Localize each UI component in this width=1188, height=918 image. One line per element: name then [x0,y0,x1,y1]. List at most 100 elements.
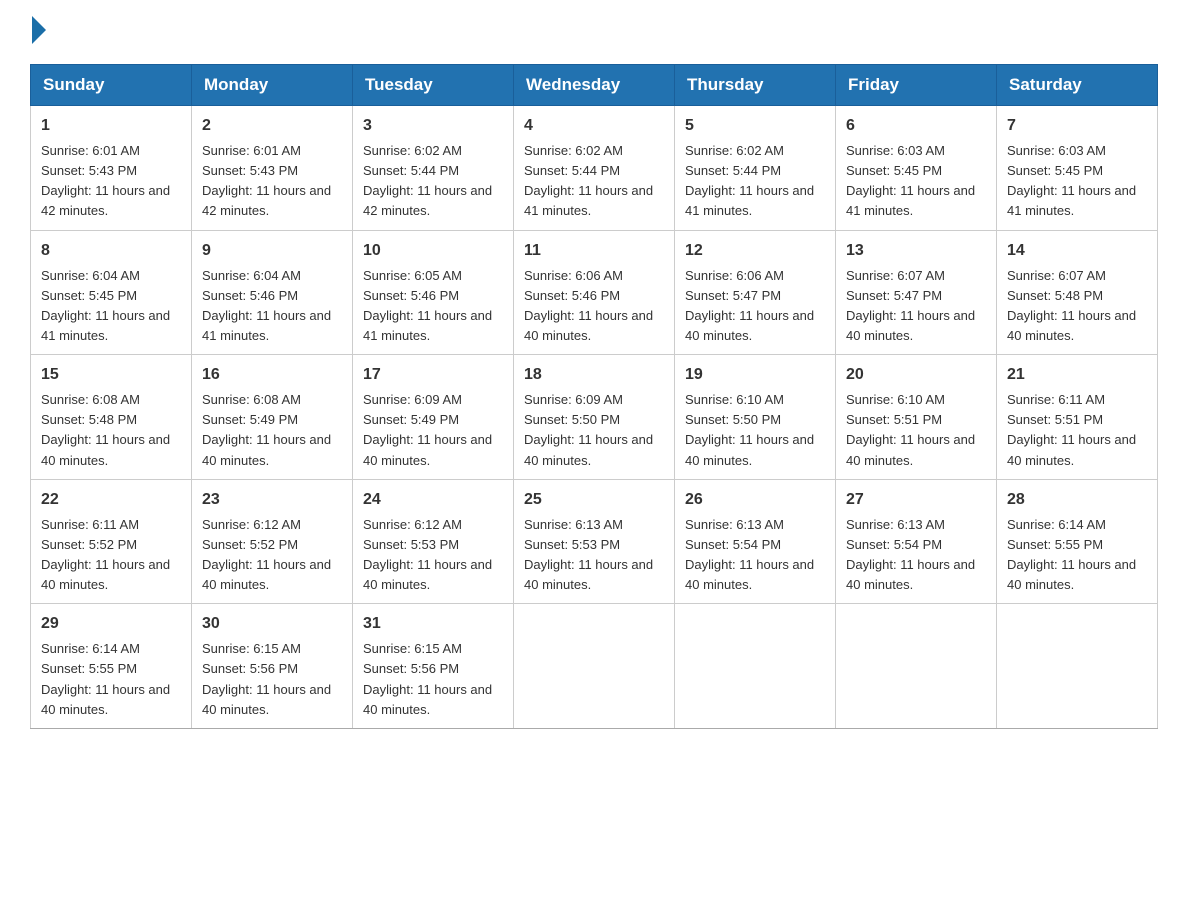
day-number: 2 [202,114,342,138]
day-info: Sunrise: 6:08 AMSunset: 5:48 PMDaylight:… [41,392,170,467]
day-number: 29 [41,612,181,636]
calendar-cell: 26 Sunrise: 6:13 AMSunset: 5:54 PMDaylig… [675,479,836,604]
calendar-cell: 4 Sunrise: 6:02 AMSunset: 5:44 PMDayligh… [514,106,675,231]
day-info: Sunrise: 6:04 AMSunset: 5:46 PMDaylight:… [202,268,331,343]
day-info: Sunrise: 6:02 AMSunset: 5:44 PMDaylight:… [524,143,653,218]
calendar-cell: 6 Sunrise: 6:03 AMSunset: 5:45 PMDayligh… [836,106,997,231]
calendar-cell: 23 Sunrise: 6:12 AMSunset: 5:52 PMDaylig… [192,479,353,604]
calendar-week-row: 1 Sunrise: 6:01 AMSunset: 5:43 PMDayligh… [31,106,1158,231]
day-info: Sunrise: 6:08 AMSunset: 5:49 PMDaylight:… [202,392,331,467]
day-info: Sunrise: 6:05 AMSunset: 5:46 PMDaylight:… [363,268,492,343]
day-number: 13 [846,239,986,263]
calendar-week-row: 22 Sunrise: 6:11 AMSunset: 5:52 PMDaylig… [31,479,1158,604]
day-info: Sunrise: 6:02 AMSunset: 5:44 PMDaylight:… [685,143,814,218]
calendar-cell: 9 Sunrise: 6:04 AMSunset: 5:46 PMDayligh… [192,230,353,355]
day-number: 4 [524,114,664,138]
day-number: 18 [524,363,664,387]
col-header-sunday: Sunday [31,65,192,106]
calendar-cell: 27 Sunrise: 6:13 AMSunset: 5:54 PMDaylig… [836,479,997,604]
calendar-cell: 2 Sunrise: 6:01 AMSunset: 5:43 PMDayligh… [192,106,353,231]
day-info: Sunrise: 6:07 AMSunset: 5:47 PMDaylight:… [846,268,975,343]
day-info: Sunrise: 6:14 AMSunset: 5:55 PMDaylight:… [1007,517,1136,592]
calendar-cell: 12 Sunrise: 6:06 AMSunset: 5:47 PMDaylig… [675,230,836,355]
day-number: 24 [363,488,503,512]
day-number: 7 [1007,114,1147,138]
calendar-cell: 21 Sunrise: 6:11 AMSunset: 5:51 PMDaylig… [997,355,1158,480]
calendar-cell: 14 Sunrise: 6:07 AMSunset: 5:48 PMDaylig… [997,230,1158,355]
calendar-cell: 20 Sunrise: 6:10 AMSunset: 5:51 PMDaylig… [836,355,997,480]
day-number: 9 [202,239,342,263]
day-info: Sunrise: 6:12 AMSunset: 5:53 PMDaylight:… [363,517,492,592]
day-info: Sunrise: 6:15 AMSunset: 5:56 PMDaylight:… [202,641,331,716]
calendar-cell: 29 Sunrise: 6:14 AMSunset: 5:55 PMDaylig… [31,604,192,729]
calendar-header-row: SundayMondayTuesdayWednesdayThursdayFrid… [31,65,1158,106]
day-number: 11 [524,239,664,263]
day-info: Sunrise: 6:10 AMSunset: 5:50 PMDaylight:… [685,392,814,467]
calendar-cell: 31 Sunrise: 6:15 AMSunset: 5:56 PMDaylig… [353,604,514,729]
col-header-thursday: Thursday [675,65,836,106]
day-info: Sunrise: 6:11 AMSunset: 5:52 PMDaylight:… [41,517,170,592]
day-number: 8 [41,239,181,263]
day-number: 3 [363,114,503,138]
day-info: Sunrise: 6:13 AMSunset: 5:54 PMDaylight:… [685,517,814,592]
calendar-cell: 24 Sunrise: 6:12 AMSunset: 5:53 PMDaylig… [353,479,514,604]
calendar-cell: 19 Sunrise: 6:10 AMSunset: 5:50 PMDaylig… [675,355,836,480]
day-number: 27 [846,488,986,512]
calendar-cell: 3 Sunrise: 6:02 AMSunset: 5:44 PMDayligh… [353,106,514,231]
calendar-week-row: 29 Sunrise: 6:14 AMSunset: 5:55 PMDaylig… [31,604,1158,729]
day-number: 16 [202,363,342,387]
calendar-cell: 18 Sunrise: 6:09 AMSunset: 5:50 PMDaylig… [514,355,675,480]
day-info: Sunrise: 6:03 AMSunset: 5:45 PMDaylight:… [1007,143,1136,218]
day-number: 14 [1007,239,1147,263]
day-number: 30 [202,612,342,636]
day-number: 21 [1007,363,1147,387]
calendar-week-row: 15 Sunrise: 6:08 AMSunset: 5:48 PMDaylig… [31,355,1158,480]
col-header-tuesday: Tuesday [353,65,514,106]
page-header [30,20,1158,44]
calendar-cell: 10 Sunrise: 6:05 AMSunset: 5:46 PMDaylig… [353,230,514,355]
day-info: Sunrise: 6:04 AMSunset: 5:45 PMDaylight:… [41,268,170,343]
calendar-cell: 17 Sunrise: 6:09 AMSunset: 5:49 PMDaylig… [353,355,514,480]
day-info: Sunrise: 6:15 AMSunset: 5:56 PMDaylight:… [363,641,492,716]
day-info: Sunrise: 6:11 AMSunset: 5:51 PMDaylight:… [1007,392,1136,467]
calendar-cell: 16 Sunrise: 6:08 AMSunset: 5:49 PMDaylig… [192,355,353,480]
calendar-cell: 25 Sunrise: 6:13 AMSunset: 5:53 PMDaylig… [514,479,675,604]
logo-triangle-icon [32,16,46,44]
col-header-wednesday: Wednesday [514,65,675,106]
calendar-cell: 15 Sunrise: 6:08 AMSunset: 5:48 PMDaylig… [31,355,192,480]
calendar-cell: 30 Sunrise: 6:15 AMSunset: 5:56 PMDaylig… [192,604,353,729]
calendar-cell: 11 Sunrise: 6:06 AMSunset: 5:46 PMDaylig… [514,230,675,355]
day-info: Sunrise: 6:01 AMSunset: 5:43 PMDaylight:… [202,143,331,218]
calendar-cell: 1 Sunrise: 6:01 AMSunset: 5:43 PMDayligh… [31,106,192,231]
day-number: 6 [846,114,986,138]
calendar-cell: 8 Sunrise: 6:04 AMSunset: 5:45 PMDayligh… [31,230,192,355]
calendar-cell [836,604,997,729]
day-info: Sunrise: 6:13 AMSunset: 5:54 PMDaylight:… [846,517,975,592]
calendar-week-row: 8 Sunrise: 6:04 AMSunset: 5:45 PMDayligh… [31,230,1158,355]
day-number: 31 [363,612,503,636]
day-info: Sunrise: 6:01 AMSunset: 5:43 PMDaylight:… [41,143,170,218]
day-info: Sunrise: 6:13 AMSunset: 5:53 PMDaylight:… [524,517,653,592]
day-info: Sunrise: 6:06 AMSunset: 5:46 PMDaylight:… [524,268,653,343]
day-number: 19 [685,363,825,387]
calendar-cell [514,604,675,729]
calendar-cell [675,604,836,729]
calendar-cell: 22 Sunrise: 6:11 AMSunset: 5:52 PMDaylig… [31,479,192,604]
day-number: 28 [1007,488,1147,512]
day-number: 5 [685,114,825,138]
day-info: Sunrise: 6:09 AMSunset: 5:50 PMDaylight:… [524,392,653,467]
day-number: 20 [846,363,986,387]
day-info: Sunrise: 6:07 AMSunset: 5:48 PMDaylight:… [1007,268,1136,343]
day-info: Sunrise: 6:12 AMSunset: 5:52 PMDaylight:… [202,517,331,592]
day-info: Sunrise: 6:09 AMSunset: 5:49 PMDaylight:… [363,392,492,467]
day-number: 25 [524,488,664,512]
day-info: Sunrise: 6:02 AMSunset: 5:44 PMDaylight:… [363,143,492,218]
day-number: 1 [41,114,181,138]
day-number: 22 [41,488,181,512]
col-header-friday: Friday [836,65,997,106]
day-number: 10 [363,239,503,263]
day-info: Sunrise: 6:10 AMSunset: 5:51 PMDaylight:… [846,392,975,467]
calendar-table: SundayMondayTuesdayWednesdayThursdayFrid… [30,64,1158,729]
calendar-cell: 13 Sunrise: 6:07 AMSunset: 5:47 PMDaylig… [836,230,997,355]
day-number: 17 [363,363,503,387]
